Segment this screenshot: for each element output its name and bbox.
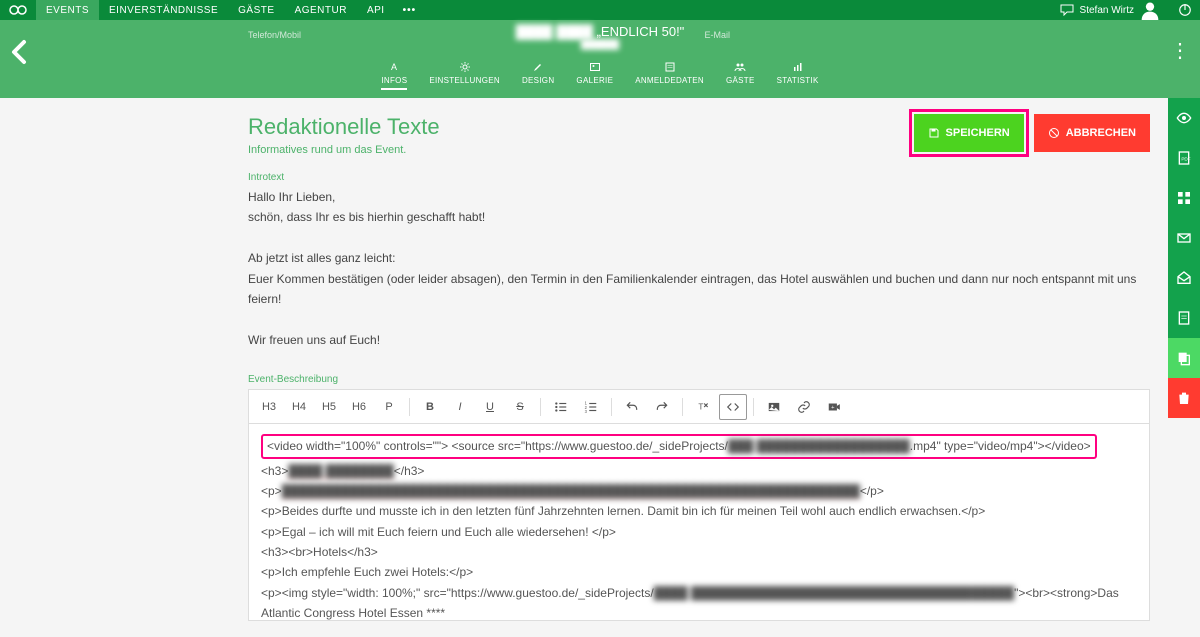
nav-agency[interactable]: AGENTUR xyxy=(285,0,357,20)
strike-button[interactable]: S xyxy=(506,394,534,420)
italic-button[interactable]: I xyxy=(446,394,474,420)
copy-icon xyxy=(1176,350,1192,366)
editor-toolbar: H3 H4 H5 H6 P B I U S 123 T + xyxy=(248,389,1150,423)
list-ul-icon xyxy=(554,400,568,414)
document-icon xyxy=(1176,310,1192,326)
cancel-icon xyxy=(1048,127,1060,139)
list-icon xyxy=(664,61,676,73)
qr-icon xyxy=(1176,190,1192,206)
logout-button[interactable] xyxy=(1170,3,1200,17)
editor-textarea[interactable]: <video width="100%" controls=""> <source… xyxy=(248,423,1150,621)
rail-pdf-button[interactable]: PDF xyxy=(1168,138,1200,178)
svg-text:3: 3 xyxy=(585,408,588,413)
heading-h3-button[interactable]: H3 xyxy=(255,394,283,420)
tab-settings[interactable]: EINSTELLUNGEN xyxy=(429,61,500,90)
list-ol-icon: 123 xyxy=(584,400,598,414)
event-header: ⋮ Telefon/Mobil E-Mail ████ ████ „ENDLIC… xyxy=(0,20,1200,98)
user-menu[interactable]: Stefan Wirtz xyxy=(1050,0,1170,20)
svg-text:PDF: PDF xyxy=(1181,157,1190,162)
tab-guests[interactable]: GÄSTE xyxy=(726,61,755,90)
image-button[interactable] xyxy=(760,394,788,420)
pdf-icon: PDF xyxy=(1176,150,1192,166)
chat-icon xyxy=(1060,4,1074,16)
eye-icon xyxy=(1176,110,1192,126)
rail-copy-button[interactable] xyxy=(1168,338,1200,378)
top-nav: EVENTS EINVERSTÄNDNISSE GÄSTE AGENTUR AP… xyxy=(0,0,1200,20)
user-name: Stefan Wirtz xyxy=(1080,5,1134,16)
nav-events[interactable]: EVENTS xyxy=(36,0,99,20)
undo-icon xyxy=(625,400,639,414)
svg-text:+: + xyxy=(831,404,835,410)
rail-mail2-button[interactable] xyxy=(1168,258,1200,298)
svg-text:A: A xyxy=(391,62,397,72)
event-title: ████ ████ „ENDLICH 50!" ██████ xyxy=(516,24,685,49)
gear-icon xyxy=(459,61,471,73)
nav-api[interactable]: API xyxy=(357,0,395,20)
paragraph-button[interactable]: P xyxy=(375,394,403,420)
code-icon xyxy=(726,400,740,414)
envelope-icon xyxy=(1176,230,1192,246)
tab-design[interactable]: DESIGN xyxy=(522,61,554,90)
underline-button[interactable]: U xyxy=(476,394,504,420)
page-title: Redaktionelle Texte xyxy=(248,114,914,140)
heading-h5-button[interactable]: H5 xyxy=(315,394,343,420)
image-icon xyxy=(589,61,601,73)
rail-doc-button[interactable] xyxy=(1168,298,1200,338)
trash-icon xyxy=(1176,390,1192,406)
heading-h6-button[interactable]: H6 xyxy=(345,394,373,420)
nav-consent[interactable]: EINVERSTÄNDNISSE xyxy=(99,0,228,20)
tab-credentials[interactable]: ANMELDEDATEN xyxy=(635,61,704,90)
introtext-label: Introtext xyxy=(248,172,1150,183)
heading-h4-button[interactable]: H4 xyxy=(285,394,313,420)
video-button[interactable]: + xyxy=(820,394,848,420)
users-icon xyxy=(734,61,746,73)
link-icon xyxy=(797,400,811,414)
cancel-button[interactable]: ABBRECHEN xyxy=(1034,114,1150,152)
clear-icon: T xyxy=(696,400,710,414)
redo-icon xyxy=(655,400,669,414)
bold-button[interactable]: B xyxy=(416,394,444,420)
ol-button[interactable]: 123 xyxy=(577,394,605,420)
nav-guests[interactable]: GÄSTE xyxy=(228,0,284,20)
rail-qr-button[interactable] xyxy=(1168,178,1200,218)
nav-more-icon[interactable]: ••• xyxy=(395,5,425,16)
page-subtitle: Informatives rund um das Event. xyxy=(248,144,914,156)
chart-icon xyxy=(792,61,804,73)
picture-icon xyxy=(767,400,781,414)
code-view-button[interactable] xyxy=(719,394,747,420)
redo-button[interactable] xyxy=(648,394,676,420)
tab-statistics[interactable]: STATISTIK xyxy=(777,61,819,90)
undo-button[interactable] xyxy=(618,394,646,420)
main-content: Redaktionelle Texte Informatives rund um… xyxy=(0,98,1200,637)
tab-gallery[interactable]: GALERIE xyxy=(576,61,613,90)
svg-text:T: T xyxy=(698,402,703,411)
video-icon: + xyxy=(827,400,841,414)
event-tabs: A INFOS EINSTELLUNGEN DESIGN GALERIE ANM… xyxy=(0,61,1200,90)
brush-icon xyxy=(532,61,544,73)
app-logo[interactable] xyxy=(0,3,36,17)
save-icon xyxy=(928,127,940,139)
text-icon: A xyxy=(388,61,400,73)
link-button[interactable] xyxy=(790,394,818,420)
tab-infos[interactable]: A INFOS xyxy=(381,61,407,90)
right-rail: PDF xyxy=(1168,98,1200,418)
description-label: Event-Beschreibung xyxy=(248,374,1150,385)
introtext-content[interactable]: Hallo Ihr Lieben, schön, dass Ihr es bis… xyxy=(248,187,1150,350)
envelope-open-icon xyxy=(1176,270,1192,286)
rail-mail-button[interactable] xyxy=(1168,218,1200,258)
avatar-icon xyxy=(1140,0,1160,20)
save-button[interactable]: SPEICHERN xyxy=(914,114,1024,152)
rail-delete-button[interactable] xyxy=(1168,378,1200,418)
ul-button[interactable] xyxy=(547,394,575,420)
clear-format-button[interactable]: T xyxy=(689,394,717,420)
rail-preview-button[interactable] xyxy=(1168,98,1200,138)
